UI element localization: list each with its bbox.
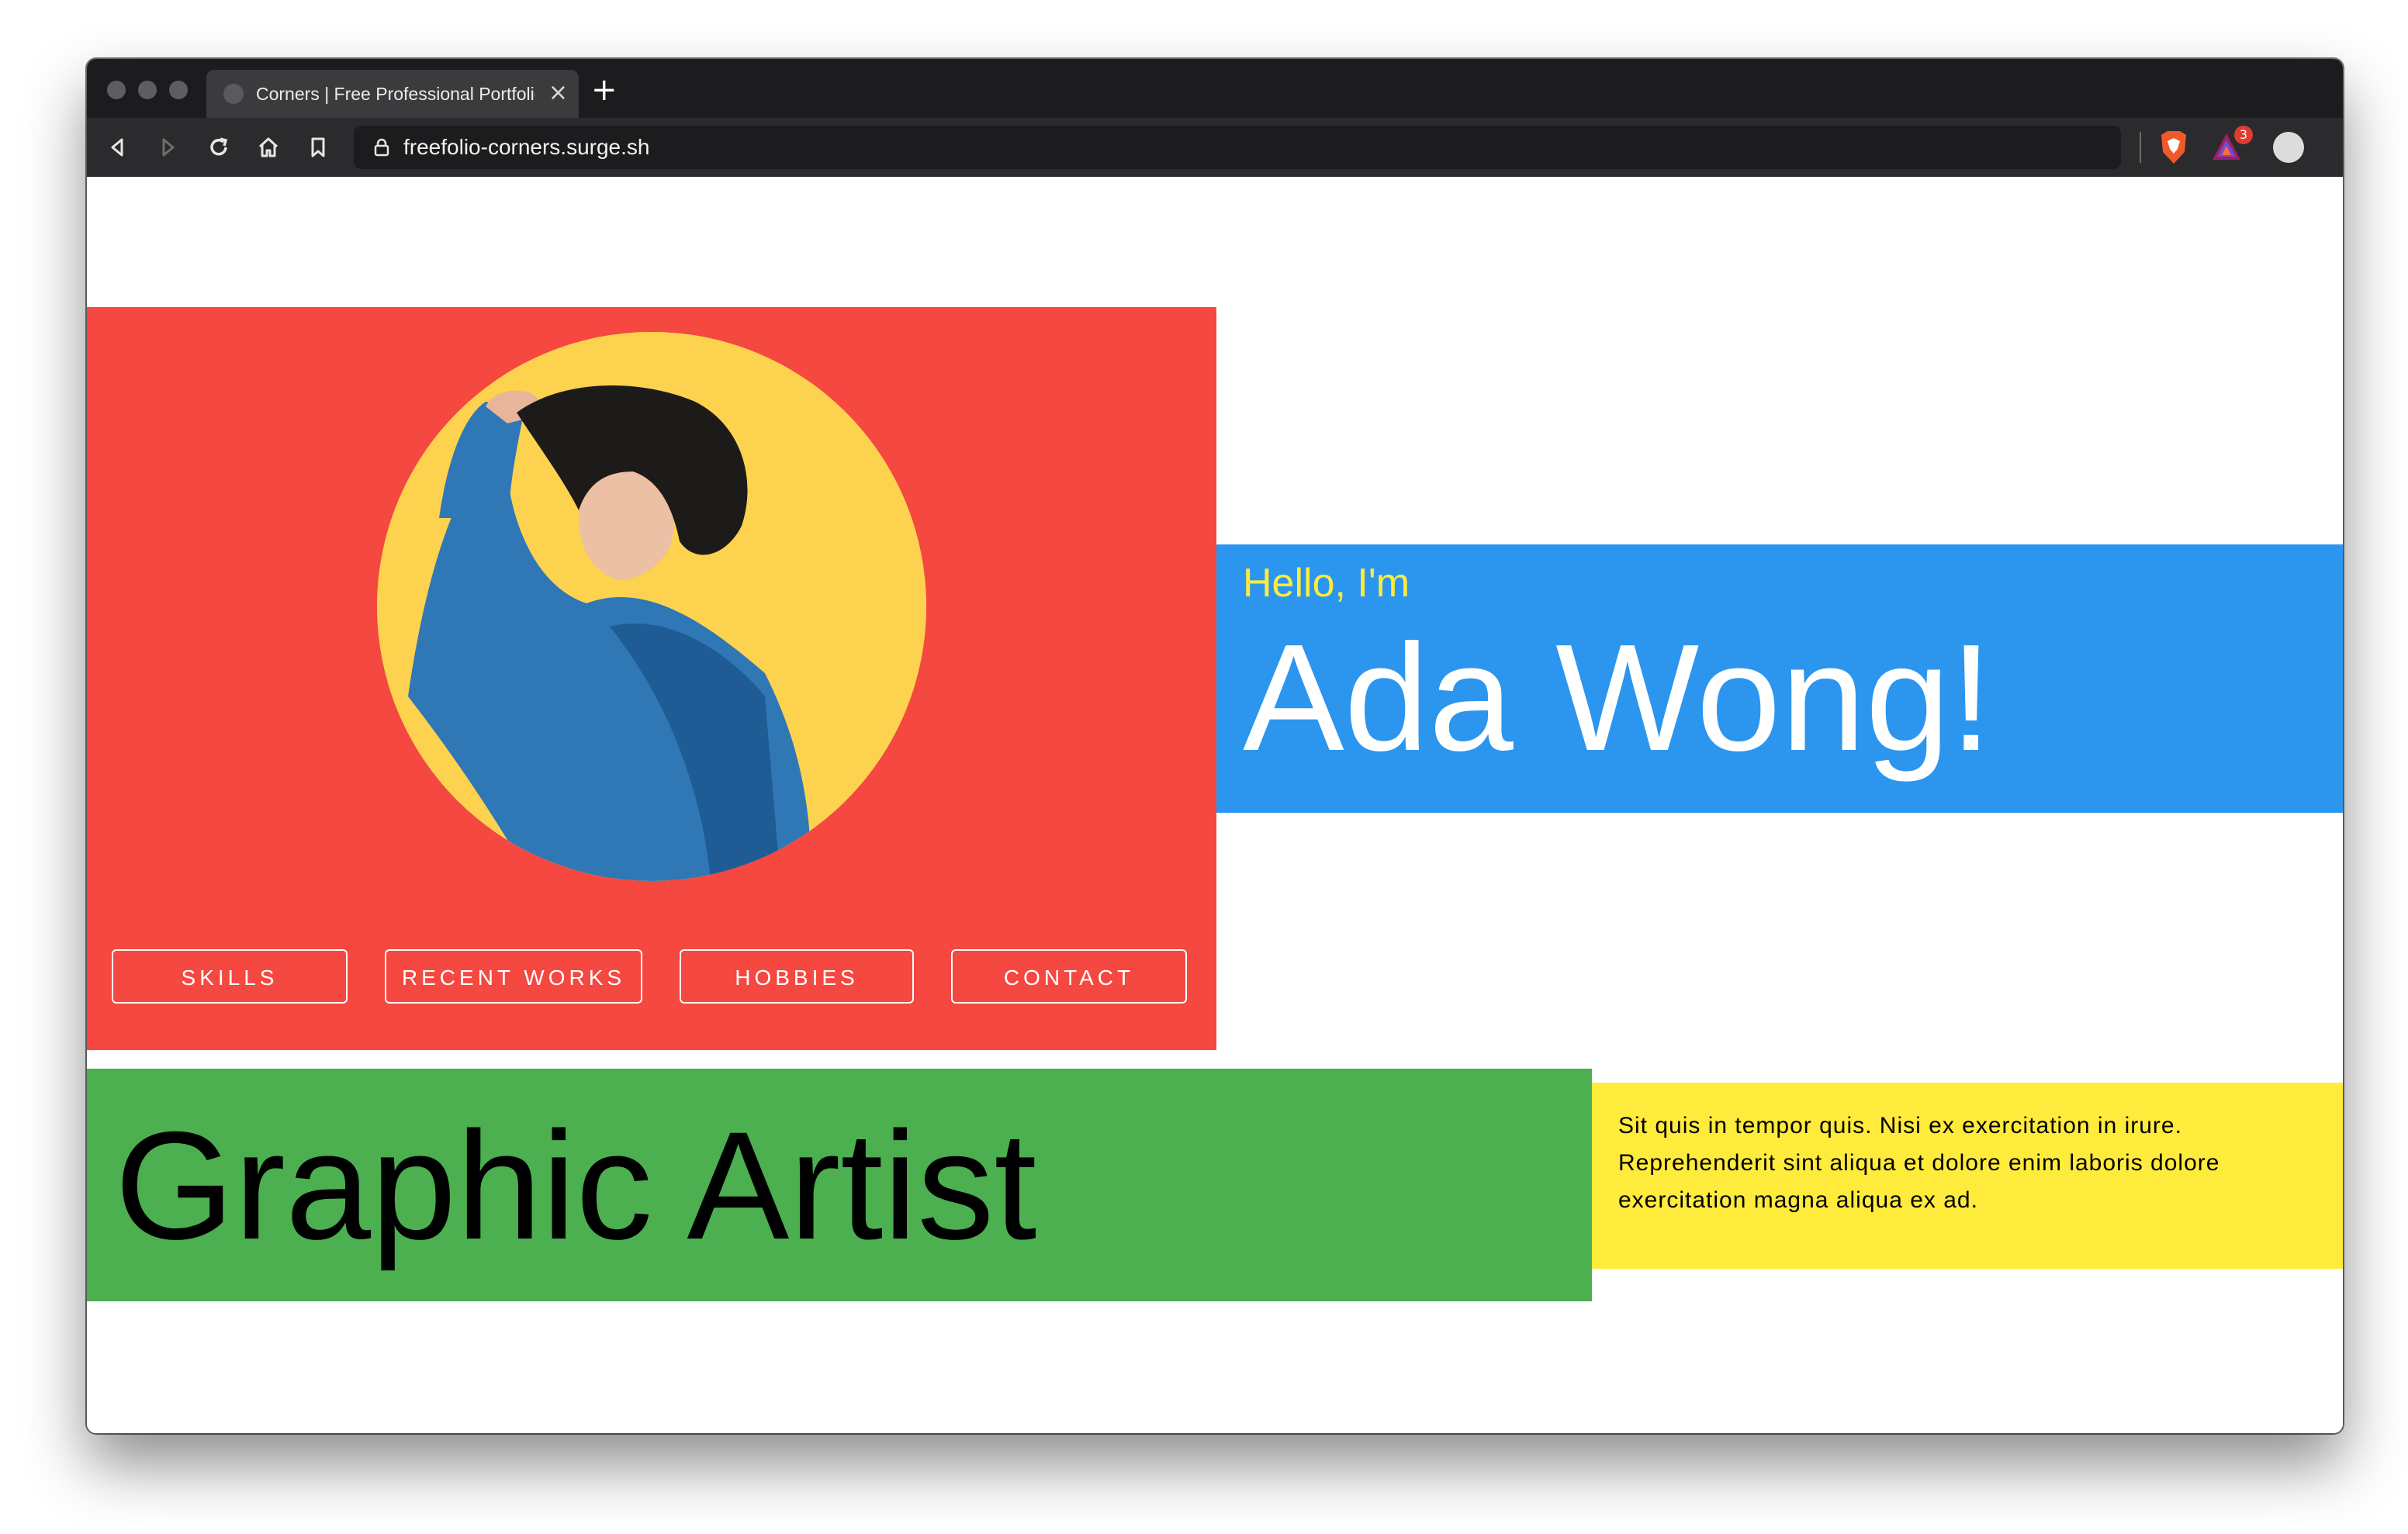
rewards-badge: 3 [2234, 126, 2253, 144]
nav-recent-works-button[interactable]: RECENT WORKS [385, 949, 642, 1004]
globe-icon [223, 84, 244, 104]
toolbar-divider [2140, 132, 2141, 163]
person-name-heading: Ada Wong! [1243, 613, 1993, 783]
brave-shield-icon[interactable] [2157, 129, 2191, 166]
address-bar[interactable]: freefolio-corners.surge.sh [354, 126, 2121, 169]
browser-toolbar: freefolio-corners.surge.sh 3 [87, 118, 2343, 177]
nav-contact-button[interactable]: CONTACT [951, 949, 1187, 1004]
close-window-button[interactable] [107, 81, 126, 99]
reload-icon[interactable] [203, 132, 234, 163]
nav-hobbies-button[interactable]: HOBBIES [680, 949, 914, 1004]
new-tab-button[interactable]: + [591, 74, 618, 105]
browser-tab[interactable]: Corners | Free Professional Portfolio × [206, 70, 579, 118]
maximize-window-button[interactable] [169, 81, 188, 99]
profile-avatar-icon[interactable] [2273, 132, 2304, 163]
browser-window: Corners | Free Professional Portfolio × … [87, 59, 2343, 1433]
lock-icon [374, 138, 389, 157]
minimize-window-button[interactable] [138, 81, 157, 99]
role-heading: Graphic Artist [115, 1100, 1037, 1271]
intro-panel: Hello, I'm Ada Wong! [1216, 544, 2343, 813]
home-icon[interactable] [253, 132, 284, 163]
back-icon[interactable] [102, 132, 133, 163]
url-text: freefolio-corners.surge.sh [403, 135, 650, 159]
close-tab-icon[interactable]: × [548, 79, 568, 107]
bookmark-icon[interactable] [303, 132, 334, 163]
greeting-text: Hello, I'm [1243, 561, 1410, 606]
profile-panel: SKILLS RECENT WORKS HOBBIES CONTACT [87, 307, 1216, 1050]
page-viewport: SKILLS RECENT WORKS HOBBIES CONTACT Hell… [87, 177, 2343, 1433]
nav-skills-button[interactable]: SKILLS [112, 949, 348, 1004]
forward-icon[interactable] [152, 132, 183, 163]
about-panel: Sit quis in tempor quis. Nisi ex exercit… [1592, 1083, 2343, 1269]
about-text: Sit quis in tempor quis. Nisi ex exercit… [1618, 1113, 2220, 1213]
person-illustration [377, 332, 926, 881]
role-panel: Graphic Artist [87, 1069, 1592, 1301]
browser-titlebar: Corners | Free Professional Portfolio × … [87, 59, 2343, 118]
tab-title: Corners | Free Professional Portfolio [256, 84, 535, 104]
portrait-photo [377, 332, 926, 881]
